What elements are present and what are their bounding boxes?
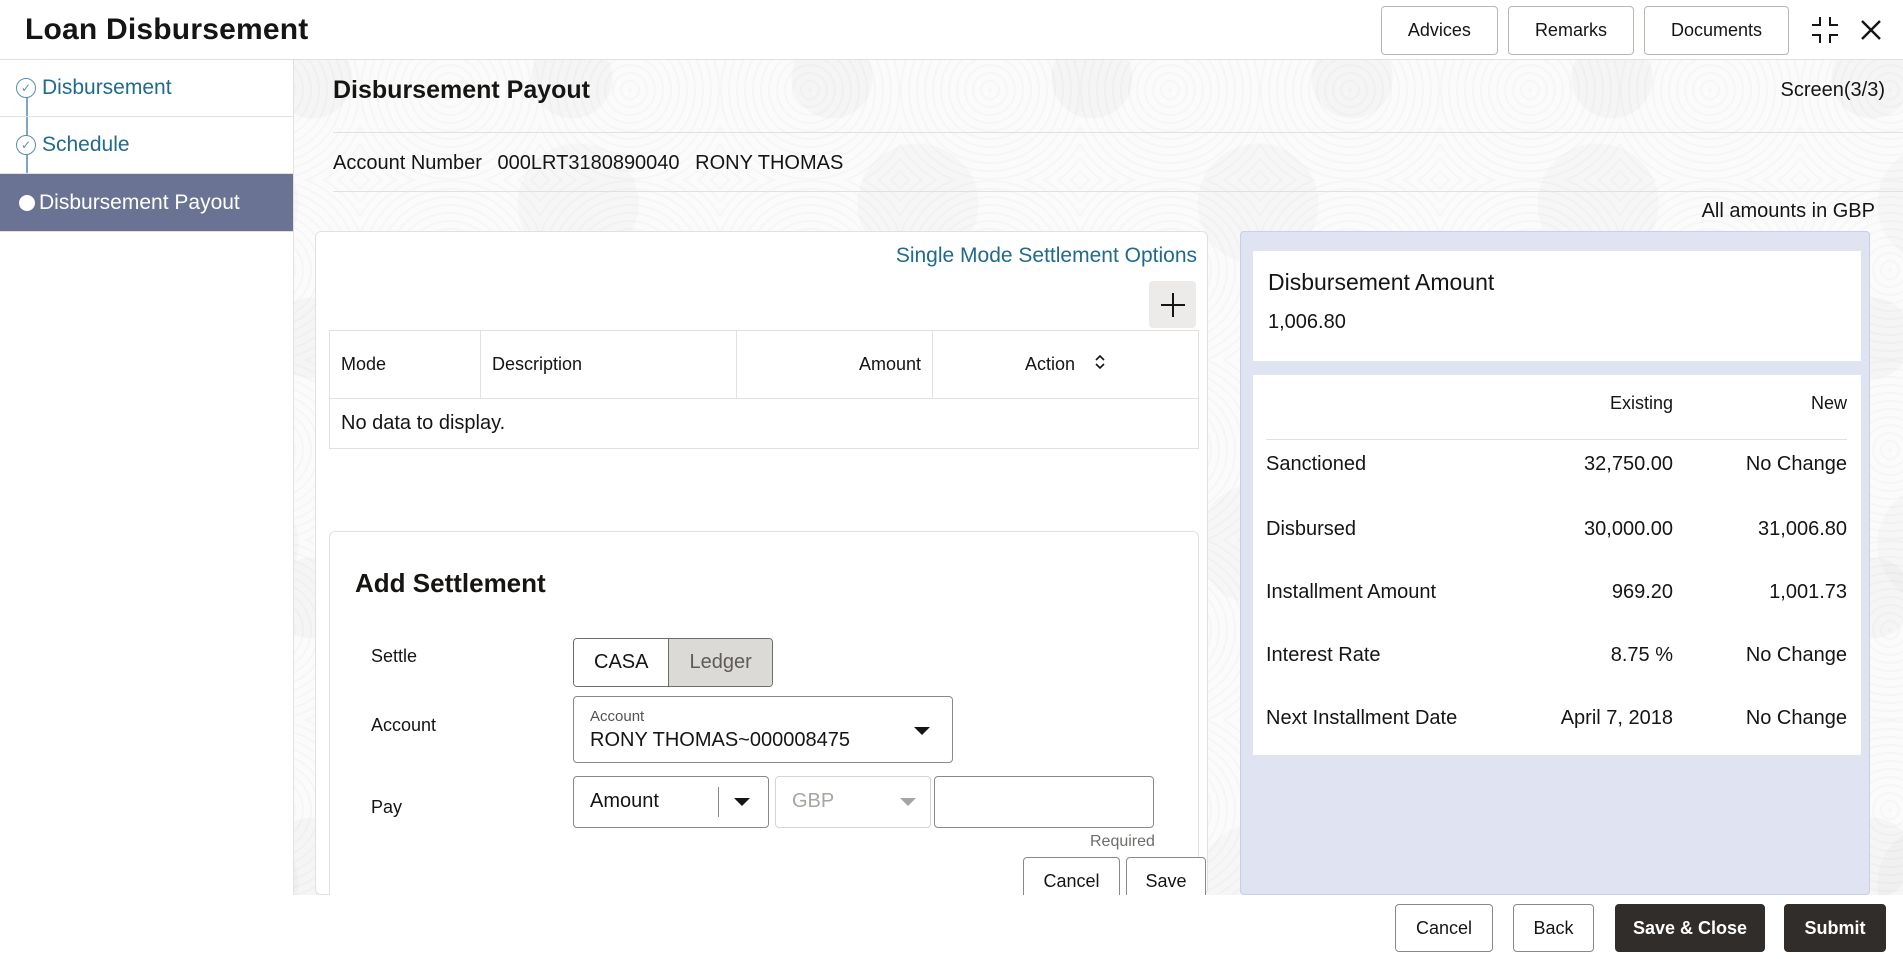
column-header-action[interactable]: Action	[932, 330, 1199, 399]
new-value: 31,006.80	[1758, 518, 1847, 540]
section-title: Disbursement Payout	[333, 76, 591, 104]
page-footer: Cancel Back Save & Close Submit	[0, 895, 1903, 959]
check-icon: ✓	[16, 78, 36, 98]
step-label: Schedule	[42, 133, 130, 156]
column-header-description[interactable]: Description	[480, 330, 737, 399]
disbursement-summary-panel: Disbursement Amount 1,006.80 Existing Ne…	[1240, 231, 1870, 895]
summary-row-sanctioned: Sanctioned 32,750.00 No Change	[1253, 445, 1861, 485]
summary-row-installment-amount: Installment Amount 969.20 1,001.73	[1253, 573, 1861, 613]
single-mode-settlement-link[interactable]: Single Mode Settlement Options	[896, 244, 1197, 268]
form-title: Add Settlement	[355, 568, 546, 598]
step-schedule[interactable]: ✓ Schedule	[0, 117, 293, 174]
account-label: Account	[371, 715, 437, 735]
page-title: Loan Disbursement	[25, 12, 309, 46]
settle-label: Settle	[371, 646, 418, 666]
close-icon[interactable]	[1851, 10, 1891, 50]
summary-row-next-installment-date: Next Installment Date April 7, 2018 No C…	[1253, 699, 1861, 739]
existing-value: 30,000.00	[1584, 518, 1673, 540]
disbursement-amount-card: Disbursement Amount 1,006.80	[1253, 251, 1861, 361]
check-icon: ✓	[16, 135, 36, 155]
cancel-button[interactable]: Cancel	[1395, 904, 1493, 952]
new-value: No Change	[1745, 707, 1847, 729]
account-number-label: Account Number	[333, 152, 482, 174]
divider	[1266, 439, 1847, 440]
comparison-header: Existing New	[1253, 385, 1861, 425]
summary-row-disbursed: Disbursed 30,000.00 31,006.80	[1253, 510, 1861, 550]
pay-type-select[interactable]: Amount	[573, 776, 769, 828]
back-button[interactable]: Back	[1513, 904, 1594, 952]
existing-value: 8.75 %	[1610, 644, 1673, 666]
summary-row-interest-rate: Interest Rate 8.75 % No Change	[1253, 636, 1861, 676]
save-and-close-button[interactable]: Save & Close	[1615, 904, 1765, 952]
row-label: Sanctioned	[1266, 453, 1367, 475]
row-label: Disbursed	[1266, 518, 1357, 540]
account-select[interactable]: Account RONY THOMAS~000008475	[573, 696, 953, 763]
existing-column-header: Existing	[1609, 393, 1673, 413]
account-number-value: 000LRT3180890040	[497, 152, 680, 174]
step-label: Disbursement	[42, 76, 172, 99]
current-step-icon	[19, 194, 35, 211]
currency-select: GBP	[775, 776, 931, 828]
account-field-label: Account	[590, 708, 645, 725]
settlement-table: Mode Description Amount Action No data t…	[329, 330, 1199, 449]
step-disbursement[interactable]: ✓ Disbursement	[0, 60, 293, 117]
remarks-button[interactable]: Remarks	[1507, 5, 1634, 55]
row-label: Installment Amount	[1266, 581, 1437, 603]
add-settlement-button[interactable]	[1149, 281, 1196, 328]
divider	[333, 191, 1903, 192]
row-label: Next Installment Date	[1266, 707, 1458, 729]
settle-option-casa[interactable]: CASA	[574, 639, 670, 686]
chevron-down-icon	[914, 727, 930, 735]
column-header-mode[interactable]: Mode	[329, 330, 481, 399]
new-value: No Change	[1745, 453, 1847, 475]
header-actions: Advices Remarks Documents	[1380, 0, 1903, 60]
step-label: Disbursement Payout	[39, 190, 240, 214]
existing-value: April 7, 2018	[1560, 707, 1673, 729]
divider	[718, 787, 719, 817]
new-value: No Change	[1745, 644, 1847, 666]
minimize-icon[interactable]	[1805, 10, 1845, 50]
settle-mode-toggle: CASA Ledger	[573, 638, 773, 687]
settlement-panel: Single Mode Settlement Options Mode Desc…	[315, 231, 1208, 917]
chevron-down-icon	[734, 798, 750, 806]
column-header-amount[interactable]: Amount	[736, 330, 933, 399]
new-column-header: New	[1810, 393, 1847, 413]
empty-table-message: No data to display.	[329, 398, 1199, 449]
add-settlement-form: Add Settlement Settle CASA Ledger Accoun…	[329, 531, 1206, 917]
disbursement-amount-value: 1,006.80	[1268, 311, 1346, 333]
required-hint: Required	[1090, 833, 1155, 850]
existing-value: 32,750.00	[1584, 453, 1673, 475]
divider	[333, 132, 1903, 133]
page-header: Loan Disbursement Advices Remarks Docume…	[0, 0, 1903, 60]
step-navigation: ✓ Disbursement ✓ Schedule Disbursement P…	[0, 60, 294, 895]
amount-input[interactable]	[934, 776, 1154, 828]
step-disbursement-payout[interactable]: Disbursement Payout	[0, 174, 293, 232]
account-info: Account Number 000LRT3180890040 RONY THO…	[333, 152, 853, 175]
account-select-value: RONY THOMAS~000008475	[590, 729, 850, 751]
pay-type-value: Amount	[590, 790, 659, 812]
currency-value: GBP	[792, 790, 835, 812]
currency-note: All amounts in GBP	[1701, 200, 1875, 222]
existing-value: 969.20	[1611, 581, 1673, 603]
settle-option-ledger[interactable]: Ledger	[669, 639, 772, 686]
sort-icon[interactable]	[1094, 354, 1106, 375]
column-header-label: Action	[1024, 353, 1075, 374]
documents-button[interactable]: Documents	[1643, 5, 1789, 55]
disbursement-amount-label: Disbursement Amount	[1268, 269, 1495, 295]
row-label: Interest Rate	[1266, 644, 1381, 666]
main-content: Disbursement Payout Screen(3/3) Account …	[295, 60, 1903, 917]
pay-label: Pay	[371, 797, 403, 817]
advices-button[interactable]: Advices	[1380, 5, 1498, 55]
submit-button[interactable]: Submit	[1784, 904, 1886, 952]
new-value: 1,001.73	[1769, 581, 1847, 603]
account-holder-name: RONY THOMAS	[695, 152, 844, 174]
comparison-card: Existing New Sanctioned 32,750.00 No Cha…	[1253, 375, 1861, 755]
chevron-down-icon	[900, 798, 916, 806]
screen-indicator: Screen(3/3)	[1780, 79, 1886, 101]
plus-icon	[1160, 292, 1185, 317]
